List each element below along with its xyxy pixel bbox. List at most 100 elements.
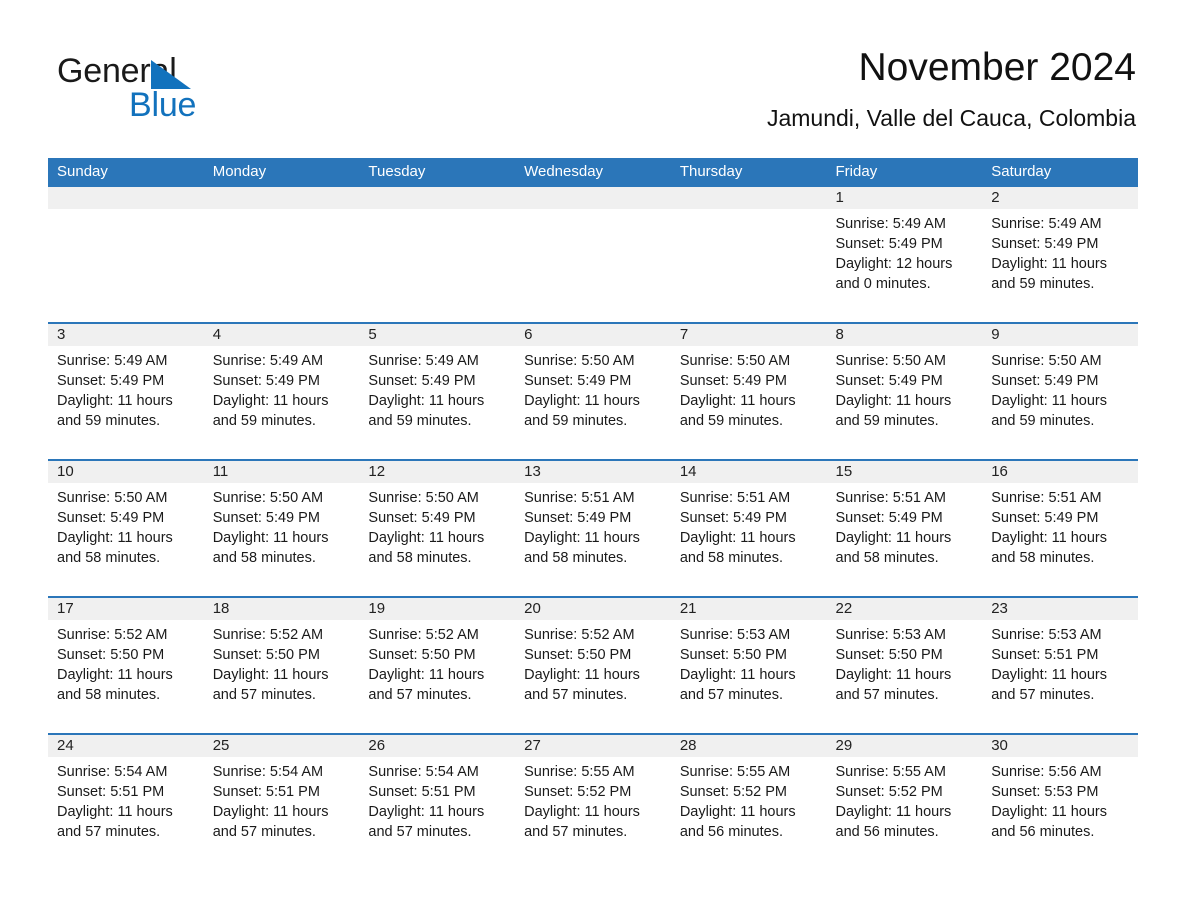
day-sun-info: Sunrise: 5:56 AM Sunset: 5:53 PM Daylight:… (982, 757, 1138, 842)
calendar-day-cell[interactable]: 2 Sunrise: 5:49 AM Sunset: 5:49 PM Daylight… (982, 187, 1138, 323)
daylight-text: Daylight: 11 hours and 59 minutes. (835, 393, 952, 429)
daylight-text: Daylight: 11 hours and 58 minutes. (212, 530, 329, 566)
sunset-text: Sunset: 5:51 PM (991, 647, 1099, 663)
day-sun-info: Sunrise: 5:53 AM Sunset: 5:50 PM Daylight:… (671, 620, 827, 705)
day-number: 15 (826, 461, 983, 483)
calendar-day-cell[interactable]: 16 Sunrise: 5:51 AM Sunset: 5:49 PM Dayligh… (982, 459, 1138, 597)
calendar-day-cell[interactable]: 12 Sunrise: 5:50 AM Sunset: 5:49 PM Dayligh… (359, 459, 516, 597)
daylight-text: Daylight: 11 hours and 57 minutes. (524, 804, 640, 840)
sunset-text: Sunset: 5:50 PM (212, 647, 320, 663)
sunset-text: Sunset: 5:50 PM (835, 647, 943, 663)
sunset-text: Sunset: 5:49 PM (212, 373, 320, 389)
calendar-day-cell[interactable]: 23 Sunrise: 5:53 AM Sunset: 5:51 PM Dayligh… (982, 596, 1138, 734)
title-block: November 2024 Jamundi, Valle del Cauca, … (767, 44, 1136, 132)
day-sun-info: Sunrise: 5:55 AM Sunset: 5:52 PM Daylight:… (827, 757, 983, 842)
calendar-day-cell[interactable]: 5 Sunrise: 5:49 AM Sunset: 5:49 PM Daylight… (359, 322, 516, 460)
calendar-day-cell[interactable]: 11 Sunrise: 5:50 AM Sunset: 5:49 PM Dayligh… (203, 459, 360, 597)
day-sun-info: Sunrise: 5:49 AM Sunset: 5:49 PM Daylight:… (204, 346, 360, 431)
calendar-day-cell[interactable]: 17 Sunrise: 5:52 AM Sunset: 5:50 PM Dayligh… (48, 596, 204, 734)
day-sun-info: Sunrise: 5:54 AM Sunset: 5:51 PM Daylight:… (359, 757, 515, 842)
calendar-body: 1 Sunrise: 5:49 AM Sunset: 5:49 PM Daylight… (48, 187, 1138, 870)
sunrise-text: Sunrise: 5:49 AM (212, 353, 324, 369)
sunrise-text: Sunrise: 5:51 AM (679, 490, 791, 506)
sunrise-text: Sunrise: 5:51 AM (835, 490, 946, 506)
day-number: 14 (670, 461, 827, 483)
calendar-day-cell[interactable]: 19 Sunrise: 5:52 AM Sunset: 5:50 PM Dayligh… (359, 596, 516, 734)
weekday-header-wednesday: Wednesday (515, 158, 671, 187)
calendar-day-cell[interactable]: 6 Sunrise: 5:50 AM Sunset: 5:49 PM Daylight… (515, 322, 671, 460)
sunrise-text: Sunrise: 5:54 AM (368, 764, 479, 780)
sunrise-text: Sunrise: 5:53 AM (991, 627, 1102, 643)
day-sun-info: Sunrise: 5:53 AM Sunset: 5:51 PM Daylight:… (982, 620, 1138, 705)
daylight-text: Daylight: 11 hours and 56 minutes. (679, 804, 796, 840)
sunrise-text: Sunrise: 5:52 AM (368, 627, 479, 643)
day-sun-info: Sunrise: 5:51 AM Sunset: 5:49 PM Daylight:… (671, 483, 827, 568)
calendar-day-cell[interactable]: 24 Sunrise: 5:54 AM Sunset: 5:51 PM Dayligh… (48, 733, 204, 870)
day-number: 1 (826, 187, 983, 209)
sunset-text: Sunset: 5:52 PM (524, 784, 632, 800)
day-number: 13 (515, 461, 671, 483)
calendar-day-cell[interactable]: 1 Sunrise: 5:49 AM Sunset: 5:49 PM Daylight… (826, 187, 983, 323)
calendar-empty-cell (48, 187, 204, 323)
calendar-day-cell[interactable]: 8 Sunrise: 5:50 AM Sunset: 5:49 PM Daylight… (826, 322, 983, 460)
sunset-text: Sunset: 5:49 PM (212, 510, 320, 526)
calendar-day-cell[interactable]: 10 Sunrise: 5:50 AM Sunset: 5:49 PM Dayligh… (48, 459, 204, 597)
day-number: 24 (48, 735, 204, 757)
calendar-day-cell[interactable]: 18 Sunrise: 5:52 AM Sunset: 5:50 PM Dayligh… (203, 596, 360, 734)
triangle-mark-icon (151, 60, 191, 89)
daylight-text: Daylight: 11 hours and 58 minutes. (57, 530, 173, 566)
day-sun-info: Sunrise: 5:49 AM Sunset: 5:49 PM Daylight:… (827, 209, 983, 294)
day-sun-info: Sunrise: 5:51 AM Sunset: 5:49 PM Daylight:… (982, 483, 1138, 568)
day-sun-info: Sunrise: 5:50 AM Sunset: 5:49 PM Daylight:… (982, 346, 1138, 431)
calendar-day-cell[interactable]: 25 Sunrise: 5:54 AM Sunset: 5:51 PM Dayligh… (203, 733, 360, 870)
calendar-day-cell[interactable]: 15 Sunrise: 5:51 AM Sunset: 5:49 PM Dayligh… (826, 459, 983, 597)
daylight-text: Daylight: 11 hours and 59 minutes. (368, 393, 485, 429)
calendar-day-cell[interactable]: 20 Sunrise: 5:52 AM Sunset: 5:50 PM Dayligh… (515, 596, 671, 734)
calendar-day-cell[interactable]: 21 Sunrise: 5:53 AM Sunset: 5:50 PM Dayligh… (670, 596, 827, 734)
calendar-week-row: 10 Sunrise: 5:50 AM Sunset: 5:49 PM Dayligh… (48, 459, 1138, 597)
day-number: 11 (203, 461, 360, 483)
day-sun-info: Sunrise: 5:55 AM Sunset: 5:52 PM Daylight:… (671, 757, 827, 842)
day-sun-info: Sunrise: 5:50 AM Sunset: 5:49 PM Daylight:… (359, 483, 515, 568)
day-number (515, 187, 671, 209)
calendar-week-row: 3 Sunrise: 5:49 AM Sunset: 5:49 PM Daylight… (48, 322, 1138, 460)
sunrise-text: Sunrise: 5:53 AM (835, 627, 946, 643)
general-blue-logo[interactable]: General Blue (57, 52, 377, 132)
sunrise-text: Sunrise: 5:55 AM (835, 764, 946, 780)
calendar-day-cell[interactable]: 26 Sunrise: 5:54 AM Sunset: 5:51 PM Dayligh… (359, 733, 516, 870)
calendar-day-cell[interactable]: 22 Sunrise: 5:53 AM Sunset: 5:50 PM Dayligh… (826, 596, 983, 734)
sunset-text: Sunset: 5:49 PM (368, 373, 476, 389)
day-number: 28 (670, 735, 827, 757)
day-number: 30 (982, 735, 1138, 757)
day-number: 20 (515, 598, 671, 620)
calendar-day-cell[interactable]: 7 Sunrise: 5:50 AM Sunset: 5:49 PM Daylight… (670, 322, 827, 460)
day-number: 9 (982, 324, 1138, 346)
calendar-day-cell[interactable]: 9 Sunrise: 5:50 AM Sunset: 5:49 PM Daylight… (982, 322, 1138, 460)
calendar-day-cell[interactable]: 13 Sunrise: 5:51 AM Sunset: 5:49 PM Dayligh… (515, 459, 671, 597)
calendar-day-cell[interactable]: 3 Sunrise: 5:49 AM Sunset: 5:49 PM Daylight… (48, 322, 204, 460)
day-sun-info: Sunrise: 5:49 AM Sunset: 5:49 PM Daylight:… (982, 209, 1138, 294)
sunset-text: Sunset: 5:49 PM (835, 236, 943, 252)
calendar-day-cell[interactable]: 29 Sunrise: 5:55 AM Sunset: 5:52 PM Dayligh… (826, 733, 983, 870)
sunrise-text: Sunrise: 5:52 AM (212, 627, 324, 643)
calendar-day-cell[interactable]: 27 Sunrise: 5:55 AM Sunset: 5:52 PM Dayligh… (515, 733, 671, 870)
day-number: 25 (203, 735, 360, 757)
calendar-day-cell[interactable]: 28 Sunrise: 5:55 AM Sunset: 5:52 PM Dayligh… (670, 733, 827, 870)
sunrise-text: Sunrise: 5:54 AM (57, 764, 168, 780)
calendar-week-row: 1 Sunrise: 5:49 AM Sunset: 5:49 PM Daylight… (48, 187, 1138, 323)
sunset-text: Sunset: 5:49 PM (679, 373, 788, 389)
sunset-text: Sunset: 5:50 PM (368, 647, 476, 663)
calendar-week-row: 17 Sunrise: 5:52 AM Sunset: 5:50 PM Dayligh… (48, 596, 1138, 734)
sunset-text: Sunset: 5:49 PM (368, 510, 476, 526)
daylight-text: Daylight: 11 hours and 58 minutes. (835, 530, 952, 566)
calendar-day-cell[interactable]: 4 Sunrise: 5:49 AM Sunset: 5:49 PM Daylight… (203, 322, 360, 460)
calendar-day-cell[interactable]: 30 Sunrise: 5:56 AM Sunset: 5:53 PM Dayligh… (982, 733, 1138, 870)
calendar-empty-cell (359, 187, 516, 323)
calendar-empty-cell (670, 187, 827, 323)
calendar-day-cell[interactable]: 14 Sunrise: 5:51 AM Sunset: 5:49 PM Dayligh… (670, 459, 827, 597)
day-sun-info: Sunrise: 5:52 AM Sunset: 5:50 PM Daylight:… (48, 620, 204, 705)
sunset-text: Sunset: 5:49 PM (835, 510, 943, 526)
daylight-text: Daylight: 11 hours and 58 minutes. (679, 530, 796, 566)
calendar-empty-cell (203, 187, 360, 323)
day-number: 7 (670, 324, 827, 346)
